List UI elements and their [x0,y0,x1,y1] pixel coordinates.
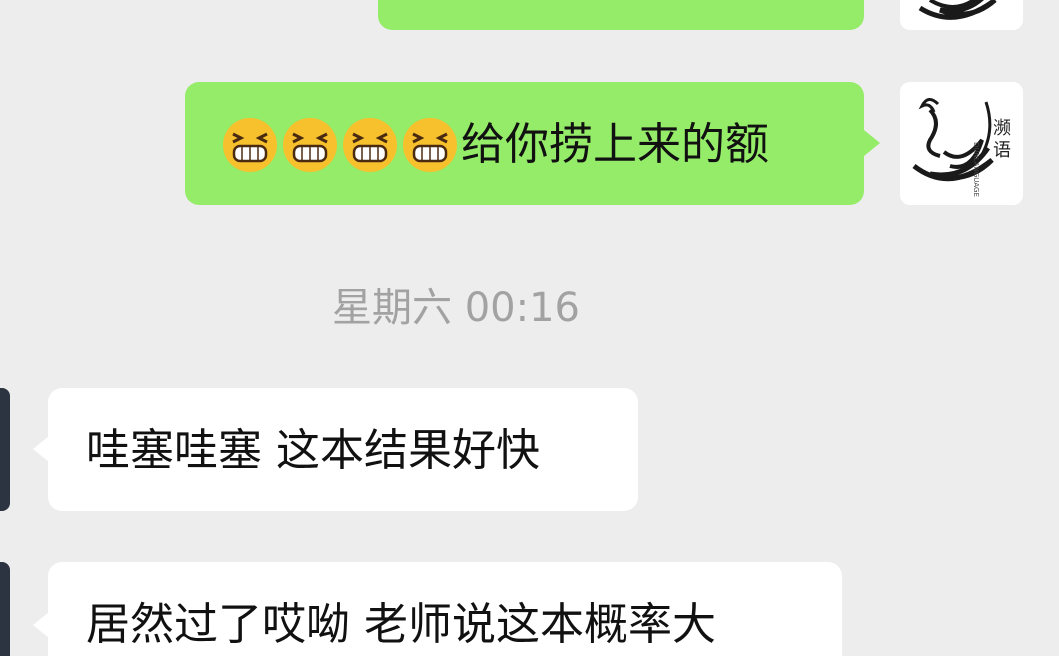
bubble-tail [33,612,49,638]
message-bubble-received[interactable]: 哇塞哇塞 这本结果好快 [48,388,638,511]
self-avatar[interactable]: DUNLANGUAGE 濒语 [900,82,1023,205]
bubble-tail [33,436,49,462]
contact-avatar[interactable] [0,562,10,656]
chat-timestamp: 星期六 00:16 [332,285,580,331]
message-bubble-sent-partial[interactable] [378,0,864,30]
swirl-logo-icon [918,0,997,20]
bubble-tail [864,130,880,156]
svg-text:DUNLANGUAGE: DUNLANGUAGE [972,142,980,197]
grinning-squinting-face-icon [281,116,339,174]
chat-window: 给你捞上来的额 DUNLANGUAGE 濒语 星期六 00:16 哇塞哇塞 这本… [0,0,1059,656]
grinning-squinting-face-icon [401,116,459,174]
self-avatar-top[interactable] [900,0,1023,30]
avatar-logo-text: 濒语 [993,118,1011,161]
message-bubble-sent[interactable]: 给你捞上来的额 [185,82,864,205]
message-bubble-received[interactable]: 居然过了哎呦 老师说这本概率大 [48,562,842,656]
message-text: 居然过了哎呦 老师说这本概率大 [86,599,716,650]
message-text: 哇塞哇塞 这本结果好快 [86,425,540,476]
grinning-squinting-face-icon [341,116,399,174]
contact-avatar[interactable] [0,388,10,511]
grinning-squinting-face-icon [221,116,279,174]
message-text: 给你捞上来的额 [461,119,769,170]
